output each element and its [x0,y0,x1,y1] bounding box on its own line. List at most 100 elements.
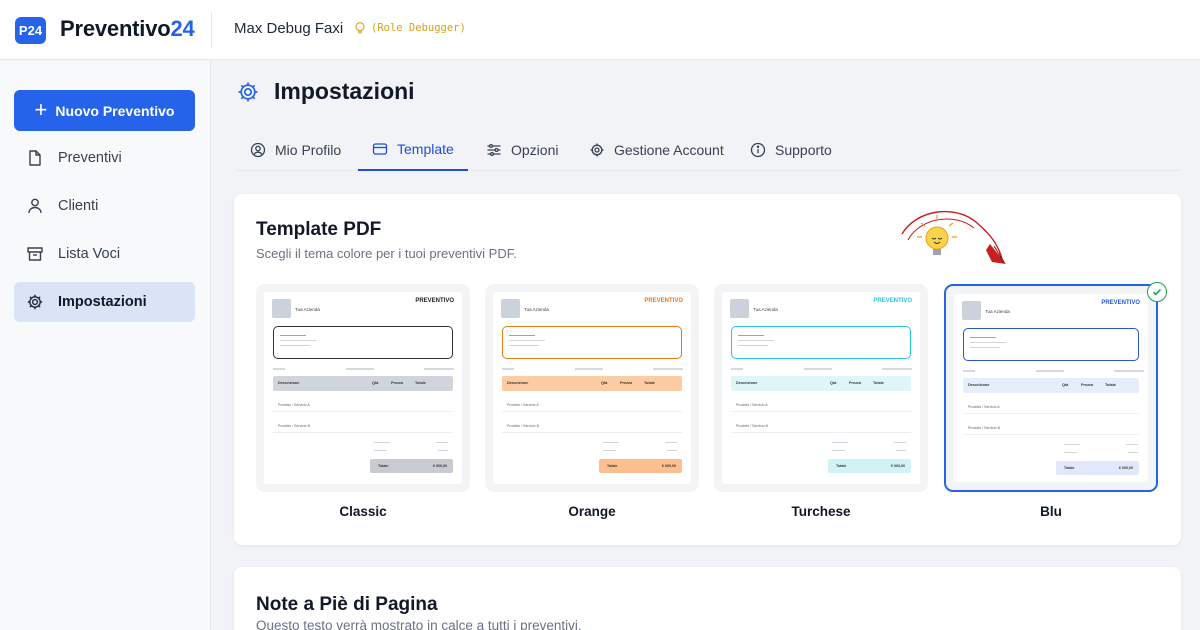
preview-col: Prezzo [620,381,633,385]
preview-line [731,368,743,370]
preview-line [436,442,448,444]
template-card-title: Template PDF [256,219,382,240]
preview-col: Descrizione [736,381,758,385]
template-name[interactable]: Orange [485,504,699,519]
preview-line [438,450,448,452]
tab-mio-profilo[interactable]: Mio Profilo [236,128,355,171]
template-option-blu[interactable]: Tua Azienda PREVENTIVO Descrizione Qtà Prezz… [944,284,1158,492]
preview-line [280,335,306,337]
preview-company: Tua Azienda [985,309,1010,314]
preview-cell: Prodotto / Servizio B [278,424,310,428]
template-name[interactable]: Classic [256,504,470,519]
preview-line [665,442,677,444]
lightbulb-icon [355,22,365,34]
template-option-classic[interactable]: Tua Azienda PREVENTIVO Descrizione Qtà Prezz… [256,284,470,492]
info-icon [750,142,766,157]
tab-gestione-account[interactable]: Gestione Account [575,128,738,171]
preview-line [667,450,677,452]
sidebar-item-lista-voci[interactable]: Lista Voci [14,234,195,274]
app-name-main: Preventivo [60,16,171,41]
tab-opzioni[interactable]: Opzioni [472,128,572,171]
preview-line [896,450,906,452]
preview-total: Totale € 000,00 [599,459,682,473]
tab-label: Supporto [775,141,832,158]
preview-company: Tua Azienda [753,307,778,312]
settings-tabs: Mio Profilo Template Opzioni Gestione Ac… [236,128,1181,171]
preview-total-value: € 000,00 [1119,466,1133,470]
preview-heading: PREVENTIVO [644,298,683,304]
tab-label: Mio Profilo [275,141,342,158]
preview-table-header: Descrizione Qtà Prezzo Totale [273,376,453,391]
preview-line [280,345,310,347]
sidebar-item-label: Impostazioni [58,294,147,310]
page-header: Impostazioni [236,78,415,105]
preview-line [738,345,768,347]
preview-col: Descrizione [507,381,529,385]
pdf-preview: Tua Azienda PREVENTIVO Descrizione Qtà Prezz… [954,294,1148,482]
template-card: Template PDF Scegli il tema colore per i… [234,194,1181,545]
preview-line [575,368,603,370]
preview-client-box [731,326,911,359]
preview-row: Prodotto / Servizio B [273,417,453,433]
tab-label: Gestione Account [614,141,724,158]
preview-col: Totale [415,381,426,385]
gear-icon [238,82,258,101]
tab-template[interactable]: Template [358,128,468,171]
preview-line [894,442,906,444]
preview-line [509,345,539,347]
user-circle-icon [250,142,266,157]
preview-row: Prodotto / Servizio A [731,396,911,412]
lightbulb-arrow-icon [901,210,1006,264]
preview-total-label: Totale [1064,466,1075,470]
preview-total: Totale € 000,00 [370,459,453,473]
pdf-preview: Tua Azienda PREVENTIVO Descrizione Qtà Prezz… [722,292,920,484]
preview-col: Totale [873,381,884,385]
app-logo[interactable]: Preventivo24 [60,16,195,42]
tab-label: Template [397,140,454,157]
sidebar: + Nuovo Preventivo Preventivi Clienti Li… [0,61,211,630]
gear-icon [590,143,604,156]
template-option-orange[interactable]: Tua Azienda PREVENTIVO Descrizione Qtà Prezz… [485,284,699,492]
preview-line [273,368,285,370]
new-quote-label: Nuovo Preventivo [55,102,175,119]
tab-supporto[interactable]: Supporto [736,128,846,171]
preview-total-value: € 000,00 [891,464,905,468]
preview-table-header: Descrizione Qtà Prezzo Totale [963,378,1139,393]
preview-line [1126,444,1138,446]
preview-line [1114,370,1144,372]
preview-line [1064,444,1080,446]
template-name[interactable]: Turchese [714,504,928,519]
preview-line [509,335,535,337]
preview-line [1064,452,1077,454]
user-icon [28,198,42,214]
preview-cell: Prodotto / Servizio B [736,424,768,428]
new-quote-button[interactable]: + Nuovo Preventivo [14,90,195,131]
preview-line [1128,452,1138,454]
preview-heading: PREVENTIVO [415,298,454,304]
preview-col: Totale [1105,383,1116,387]
preview-logo-placeholder [962,301,981,320]
pdf-preview: Tua Azienda PREVENTIVO Descrizione Qtà Prezz… [264,292,462,484]
gear-icon [27,294,43,310]
preview-cell: Prodotto / Servizio B [507,424,539,428]
preview-line [653,368,683,370]
preview-cell: Prodotto / Servizio A [278,403,310,407]
preview-row: Prodotto / Servizio A [502,396,682,412]
template-option-turchese[interactable]: Tua Azienda PREVENTIVO Descrizione Qtà Prezz… [714,284,928,492]
preview-col: Descrizione [278,381,300,385]
preview-total: Totale € 000,00 [1056,461,1139,475]
plus-icon: + [34,96,48,122]
template-name[interactable]: Blu [944,504,1158,519]
preview-total-label: Totale [378,464,389,468]
logo-badge[interactable]: P24 [15,17,46,44]
preview-line [509,340,545,342]
preview-logo-placeholder [730,299,749,318]
preview-company: Tua Azienda [295,307,320,312]
sidebar-item-preventivi[interactable]: Preventivi [14,138,195,178]
preview-total-label: Totale [607,464,618,468]
preview-table-header: Descrizione Qtà Prezzo Totale [731,376,911,391]
preview-total: Totale € 000,00 [828,459,911,473]
sidebar-item-impostazioni[interactable]: Impostazioni [14,282,195,322]
sidebar-item-clienti[interactable]: Clienti [14,186,195,226]
preview-line [603,450,616,452]
